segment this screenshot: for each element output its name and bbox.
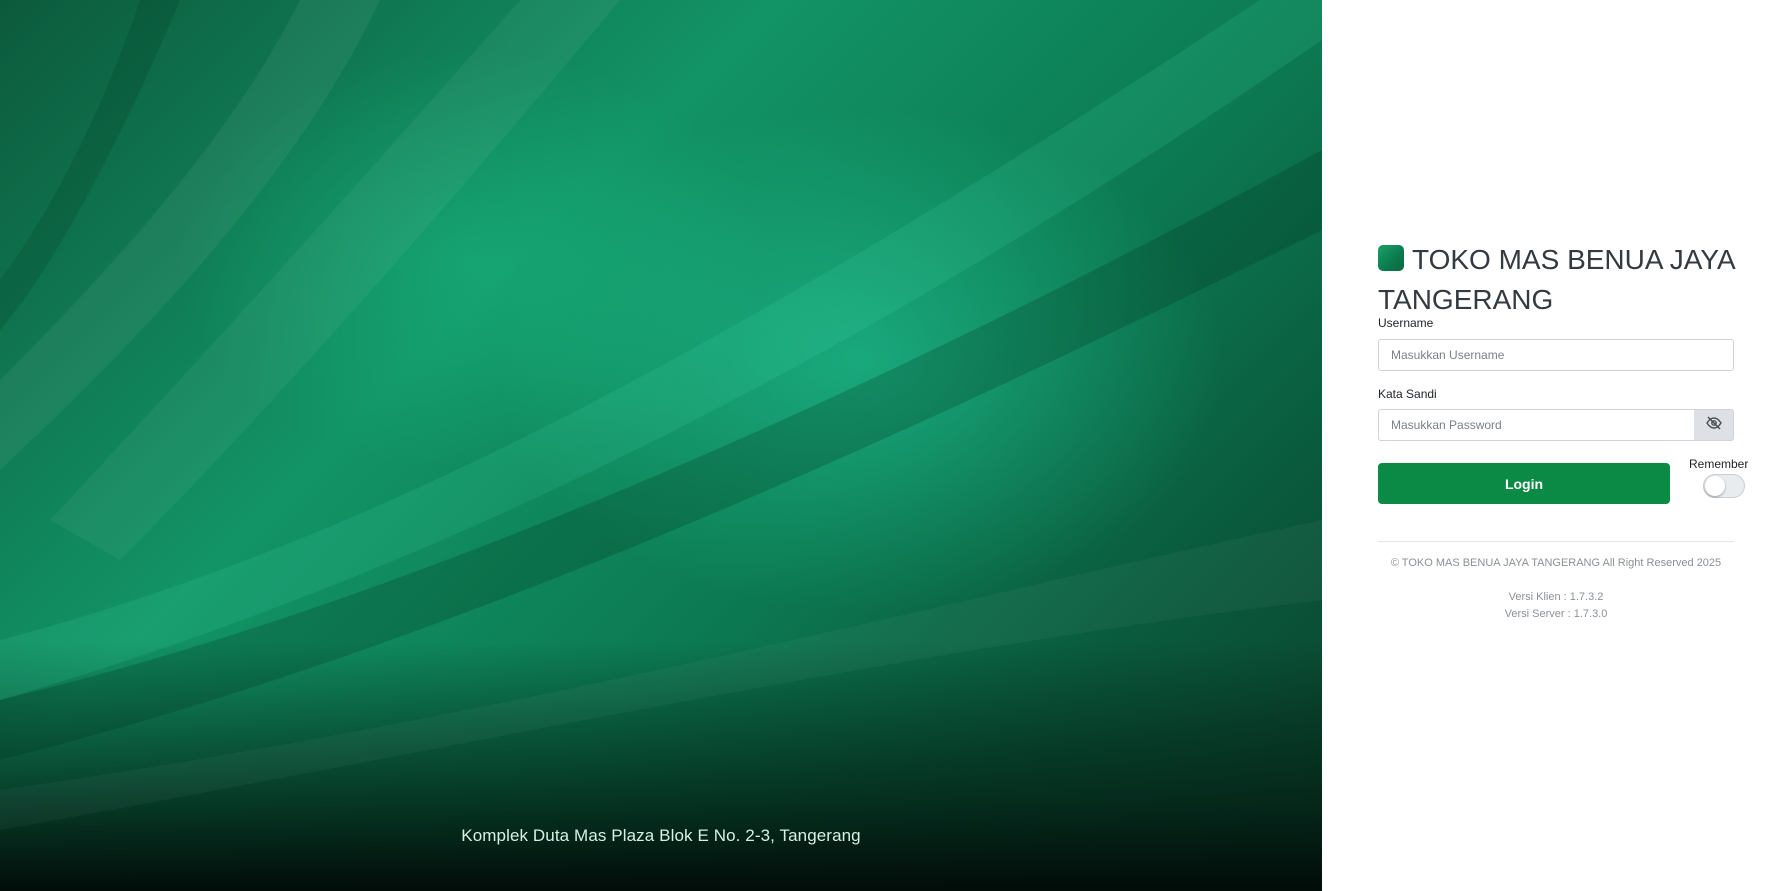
remember-toggle[interactable] [1703, 474, 1745, 498]
brand-title: TOKO MAS BENUA JAYA TANGERANG [1378, 244, 1735, 315]
password-input[interactable] [1378, 409, 1695, 441]
login-panel: TOKO MAS BENUA JAYA TANGERANG Username K… [1322, 0, 1788, 891]
divider [1378, 541, 1734, 542]
remember-label: Remember [1689, 457, 1749, 471]
toggle-password-button[interactable] [1694, 409, 1734, 441]
login-button[interactable]: Login [1378, 463, 1670, 504]
password-label: Kata Sandi [1378, 387, 1437, 401]
eye-slash-icon [1705, 415, 1722, 435]
copyright-text: © TOKO MAS BENUA JAYA TANGERANG All Righ… [1390, 557, 1722, 569]
toggle-knob [1705, 476, 1725, 496]
username-input[interactable] [1378, 339, 1734, 371]
store-logo-icon [1378, 245, 1404, 271]
brand: TOKO MAS BENUA JAYA TANGERANG [1378, 240, 1748, 320]
store-address: Komplek Duta Mas Plaza Blok E No. 2-3, T… [461, 826, 861, 845]
client-version: Versi Klien : 1.7.3.2 [1508, 591, 1604, 603]
background-panel: Komplek Duta Mas Plaza Blok E No. 2-3, T… [0, 0, 1322, 891]
username-label: Username [1378, 316, 1434, 330]
background-waves [0, 0, 1322, 830]
server-version: Versi Server : 1.7.3.0 [1504, 608, 1608, 620]
